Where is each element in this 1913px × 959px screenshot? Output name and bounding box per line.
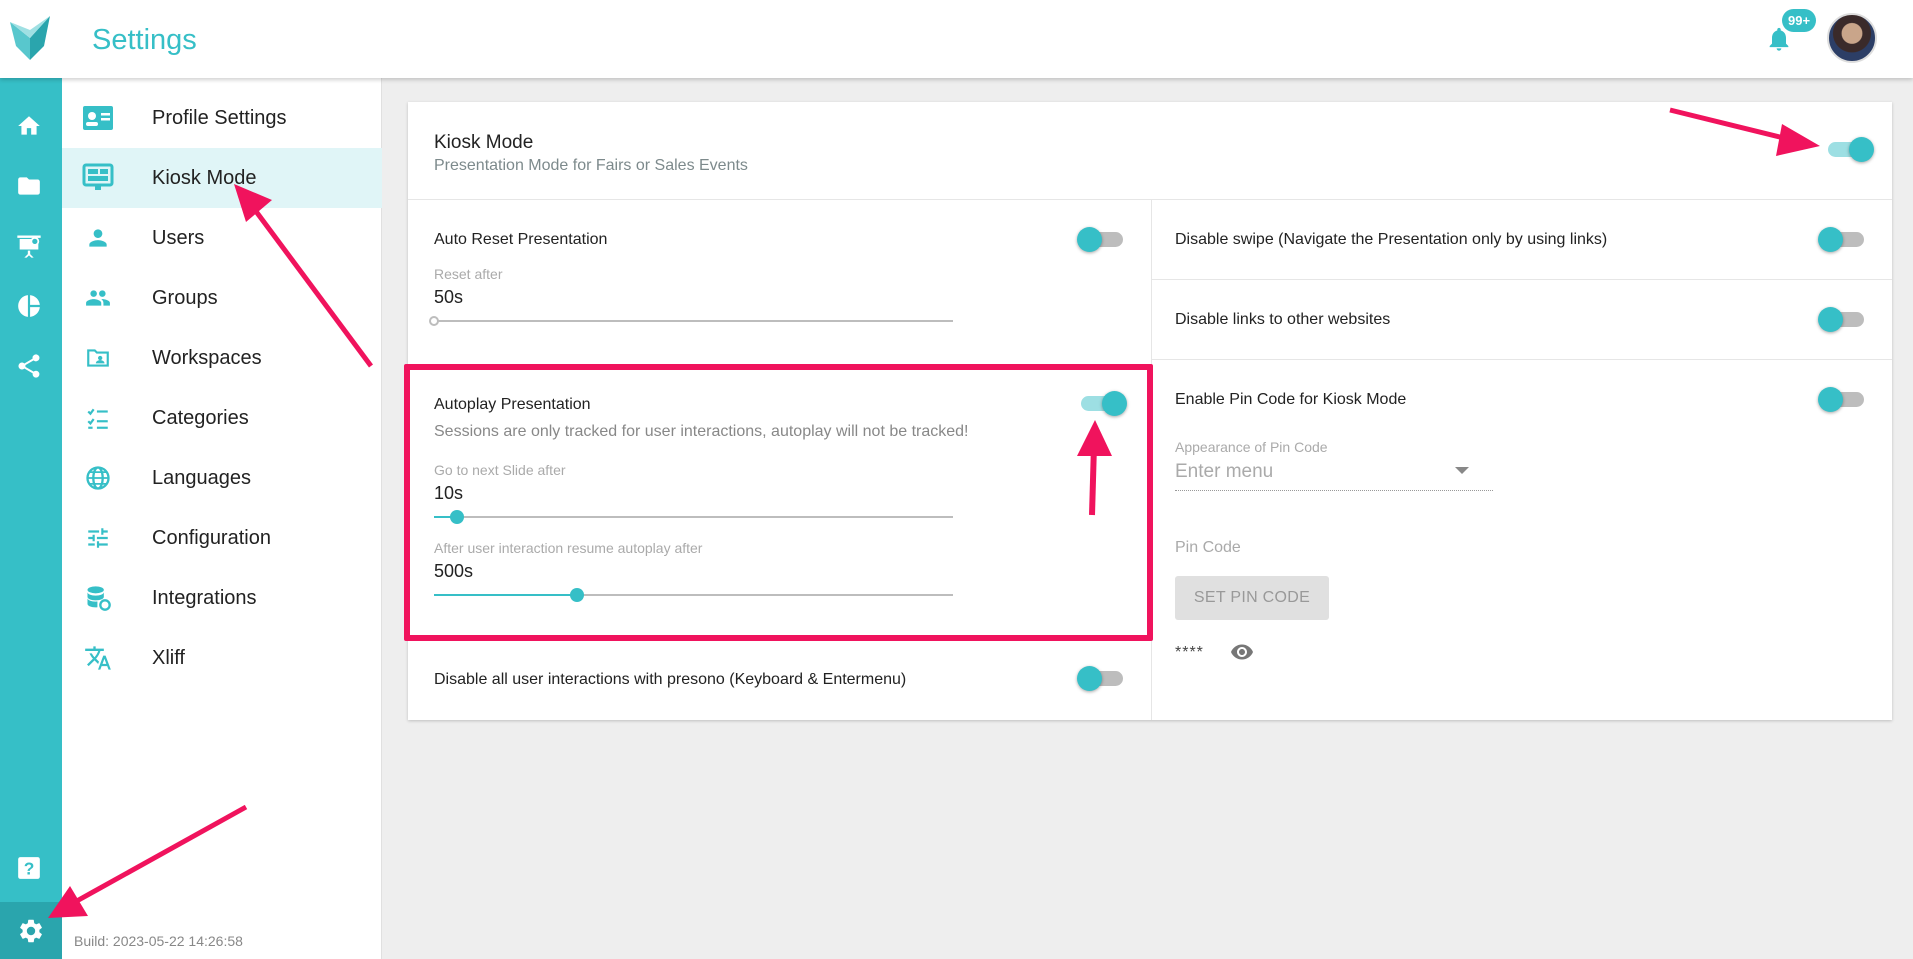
database-sync-icon	[82, 582, 114, 614]
disable-links-label: Disable links to other websites	[1175, 311, 1391, 328]
kiosk-card-header: Kiosk Mode Presentation Mode for Fairs o…	[408, 102, 1892, 200]
sidebar-item-label: Languages	[152, 466, 251, 489]
pie-chart-icon[interactable]	[14, 291, 44, 321]
translate-icon	[82, 642, 114, 674]
sidebar-item-integrations[interactable]: Integrations	[62, 568, 382, 628]
groups-icon	[82, 282, 114, 314]
pin-code-label: Pin Code	[1175, 539, 1241, 556]
profile-card-icon	[82, 102, 114, 134]
sidebar-item-label: Categories	[152, 406, 249, 429]
reset-after-slider[interactable]	[429, 314, 953, 328]
sidebar-item-label: Groups	[152, 286, 218, 309]
resume-label: After user interaction resume autoplay a…	[434, 540, 703, 556]
pin-code-masked: ****	[1175, 644, 1204, 661]
sidebar-item-languages[interactable]: Languages	[62, 448, 382, 508]
avatar[interactable]	[1827, 13, 1877, 63]
sidebar-item-users[interactable]: Users	[62, 208, 382, 268]
home-icon[interactable]	[14, 111, 44, 141]
top-bar: Settings 99+	[0, 0, 1913, 78]
reset-after-value: 50s	[434, 287, 464, 307]
notification-badge: 99+	[1782, 9, 1817, 32]
pin-appearance-placeholder: Enter menu	[1175, 461, 1274, 482]
resume-value: 500s	[434, 561, 474, 581]
sidebar-item-label: Users	[152, 226, 205, 249]
disable-interactions-toggle[interactable]	[1077, 666, 1127, 691]
kiosk-title: Kiosk Mode	[434, 132, 534, 153]
eye-icon[interactable]	[1228, 640, 1256, 664]
icon-rail: ?	[0, 78, 62, 959]
divider	[1152, 359, 1892, 360]
sliders-icon	[82, 522, 114, 554]
pin-appearance-label: Appearance of Pin Code	[1175, 439, 1328, 455]
settings-sidebar: Profile Settings Kiosk Mode Users Groups…	[62, 78, 382, 959]
sidebar-item-profile-settings[interactable]: Profile Settings	[62, 88, 382, 148]
next-slide-slider[interactable]	[434, 510, 953, 524]
globe-icon	[82, 462, 114, 494]
sidebar-item-xliff[interactable]: Xliff	[62, 628, 382, 688]
column-divider	[1151, 200, 1152, 720]
sidebar-item-workspaces[interactable]: Workspaces	[62, 328, 382, 388]
auto-reset-label: Auto Reset Presentation	[434, 231, 608, 248]
disable-links-toggle[interactable]	[1818, 307, 1868, 332]
presentation-icon[interactable]	[14, 231, 44, 261]
sidebar-item-label: Workspaces	[152, 346, 262, 369]
page-title: Settings	[92, 24, 197, 56]
pin-appearance-select[interactable]: Enter menu	[1175, 457, 1493, 491]
auto-reset-toggle[interactable]	[1077, 227, 1127, 252]
autoplay-note: Sessions are only tracked for user inter…	[434, 423, 969, 440]
sidebar-item-configuration[interactable]: Configuration	[62, 508, 382, 568]
sidebar-item-label: Configuration	[152, 526, 271, 549]
settings-rail-button[interactable]	[0, 902, 62, 959]
kiosk-subtitle: Presentation Mode for Fairs or Sales Eve…	[434, 157, 748, 174]
sidebar-item-label: Kiosk Mode	[152, 166, 257, 189]
disable-interactions-label: Disable all user interactions with preso…	[434, 671, 907, 688]
folder-icon[interactable]	[14, 171, 44, 201]
share-icon[interactable]	[14, 351, 44, 381]
kiosk-settings-card: Kiosk Mode Presentation Mode for Fairs o…	[408, 102, 1892, 720]
next-slide-label: Go to next Slide after	[434, 462, 566, 478]
resume-slider[interactable]	[434, 588, 953, 602]
checklist-icon	[82, 402, 114, 434]
sidebar-item-label: Integrations	[152, 586, 257, 609]
pin-code-toggle[interactable]	[1818, 387, 1868, 412]
help-icon[interactable]: ?	[14, 853, 44, 883]
set-pin-code-button[interactable]: SET PIN CODE	[1175, 576, 1329, 620]
disable-swipe-label: Disable swipe (Navigate the Presentation…	[1175, 231, 1608, 248]
sidebar-item-label: Xliff	[152, 646, 185, 669]
sidebar-item-groups[interactable]: Groups	[62, 268, 382, 328]
autoplay-label: Autoplay Presentation	[434, 396, 591, 413]
gear-icon	[20, 919, 42, 942]
user-icon	[82, 222, 114, 254]
autoplay-toggle[interactable]	[1077, 391, 1127, 416]
sidebar-item-label: Profile Settings	[152, 106, 287, 129]
kiosk-monitor-icon	[82, 162, 114, 194]
kiosk-mode-toggle[interactable]	[1824, 137, 1874, 162]
reset-after-label: Reset after	[434, 266, 503, 282]
sidebar-item-categories[interactable]: Categories	[62, 388, 382, 448]
workspace-folder-icon	[82, 342, 114, 374]
chevron-down-icon	[1455, 467, 1469, 474]
svg-text:?: ?	[24, 859, 35, 879]
divider	[1152, 279, 1892, 280]
sidebar-item-kiosk-mode[interactable]: Kiosk Mode	[62, 148, 382, 208]
app-logo-icon[interactable]	[10, 16, 50, 60]
pin-code-enable-label: Enable Pin Code for Kiosk Mode	[1175, 391, 1407, 408]
disable-swipe-toggle[interactable]	[1818, 227, 1868, 252]
build-info: Build: 2023-05-22 14:26:58	[74, 933, 243, 949]
next-slide-value: 10s	[434, 483, 464, 503]
